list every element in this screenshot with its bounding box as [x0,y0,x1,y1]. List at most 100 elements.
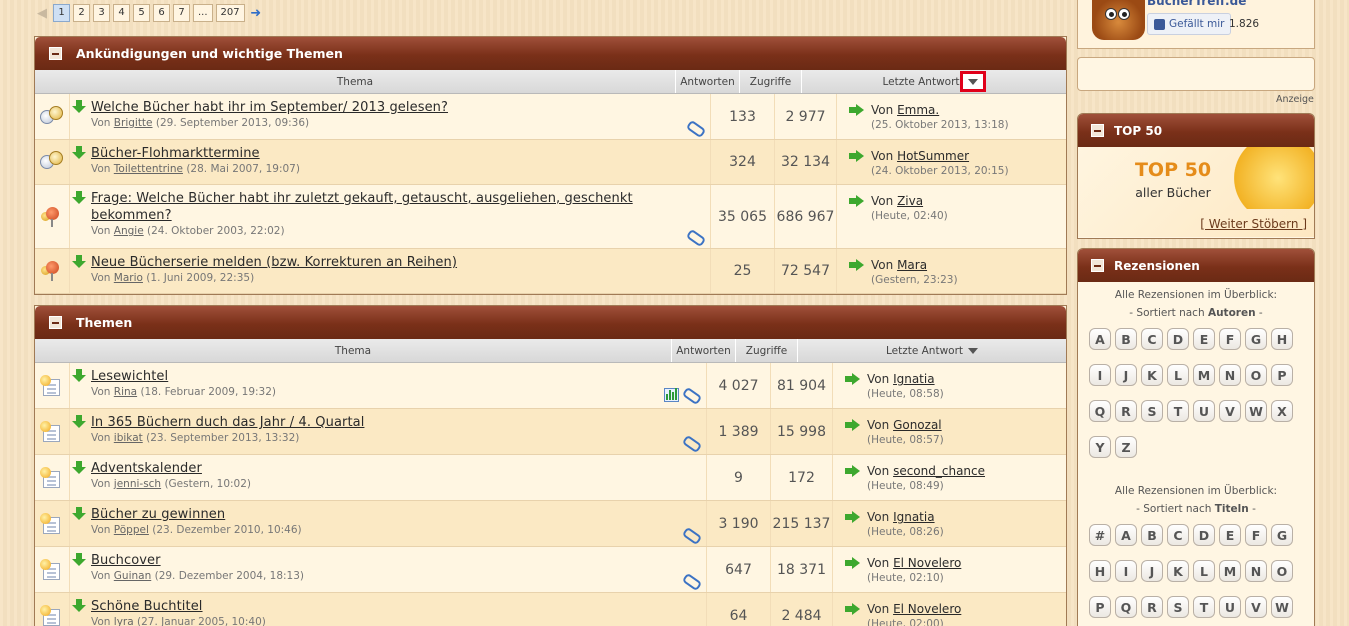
letter-button[interactable]: W [1245,400,1267,422]
page-button[interactable]: 4 [113,4,130,22]
collapse-icon[interactable] [49,316,62,329]
goto-last-post-arrow-icon[interactable] [849,104,864,116]
letter-button[interactable]: J [1115,364,1137,386]
page-button[interactable]: 6 [153,4,170,22]
letter-button[interactable]: H [1089,560,1111,582]
topic-title-link[interactable]: Lesewichtel [91,368,168,385]
letter-button[interactable]: I [1089,364,1111,386]
letter-button[interactable]: L [1193,560,1215,582]
letter-button[interactable]: W [1271,596,1293,618]
ad-box[interactable] [1077,57,1315,91]
letter-button[interactable]: D [1193,524,1215,546]
topic-title-link[interactable]: Neue Bücherserie melden (bzw. Korrekture… [91,254,457,271]
caption-all-reviews[interactable]: Alle Rezensionen [1115,485,1204,497]
letter-button[interactable]: D [1167,328,1189,350]
author-link[interactable]: Mario [114,272,143,284]
goto-new-arrow-icon[interactable] [72,599,86,613]
sort-desc-icon[interactable] [959,71,986,92]
letter-button[interactable]: R [1115,400,1137,422]
letter-button[interactable]: Q [1115,596,1137,618]
goto-last-post-arrow-icon[interactable] [845,511,860,523]
letter-button[interactable]: U [1193,400,1215,422]
caption-all-reviews[interactable]: Alle Rezensionen [1115,289,1204,301]
letter-button[interactable]: F [1219,328,1241,350]
goto-last-post-arrow-icon[interactable] [849,259,864,271]
goto-last-post-arrow-icon[interactable] [845,557,860,569]
letter-button[interactable]: X [1271,400,1293,422]
letter-button[interactable]: S [1141,400,1163,422]
letter-button[interactable]: M [1219,560,1241,582]
topic-title-link[interactable]: Frage: Welche Bücher habt ihr zuletzt ge… [91,190,704,224]
column-views[interactable]: Zugriffe [736,339,798,362]
letter-button[interactable]: G [1245,328,1267,350]
column-topic[interactable]: Thema [35,70,676,93]
letter-button[interactable]: # [1089,524,1111,546]
letter-button[interactable]: E [1219,524,1241,546]
page-button[interactable]: 5 [133,4,150,22]
letter-button[interactable]: H [1271,328,1293,350]
page-button[interactable]: 7 [173,4,190,22]
letter-button[interactable]: Q [1089,400,1111,422]
goto-new-arrow-icon[interactable] [72,553,86,567]
last-reply-user-link[interactable]: second_chance [893,464,985,478]
goto-new-arrow-icon[interactable] [72,461,86,475]
letter-button[interactable]: K [1167,560,1189,582]
goto-new-arrow-icon[interactable] [72,415,86,429]
last-reply-user-link[interactable]: Ignatia [893,510,935,524]
letter-button[interactable]: F [1245,524,1267,546]
collapse-icon[interactable] [49,47,62,60]
letter-button[interactable]: R [1141,596,1163,618]
letter-button[interactable]: U [1219,596,1241,618]
page-button[interactable]: 1 [53,4,70,22]
collapse-icon[interactable] [1091,124,1104,137]
topic-title-link[interactable]: Bücher-Flohmarkttermine [91,145,260,162]
author-link[interactable]: Pöppel [114,524,149,536]
last-reply-user-link[interactable]: Gonozal [893,418,942,432]
topic-title-link[interactable]: Adventskalender [91,460,202,477]
letter-button[interactable]: N [1219,364,1241,386]
last-reply-user-link[interactable]: Ziva [897,194,923,208]
letter-button[interactable]: V [1245,596,1267,618]
letter-button[interactable]: G [1271,524,1293,546]
letter-button[interactable]: C [1141,328,1163,350]
page-button[interactable]: 207 [215,4,245,22]
letter-button[interactable]: A [1089,328,1111,350]
author-link[interactable]: lyra [114,616,134,626]
letter-button[interactable]: M [1193,364,1215,386]
goto-last-post-arrow-icon[interactable] [849,150,864,162]
last-reply-user-link[interactable]: Ignatia [893,372,935,386]
letter-button[interactable]: B [1115,328,1137,350]
letter-button[interactable]: B [1141,524,1163,546]
sort-desc-icon[interactable] [968,347,979,354]
letter-button[interactable]: O [1245,364,1267,386]
column-last-reply[interactable]: Letzte Antwort [802,70,1066,93]
goto-new-arrow-icon[interactable] [72,507,86,521]
top50-more-link[interactable]: [ Weiter Stöbern ] [1200,217,1307,231]
page-button[interactable]: 2 [73,4,90,22]
top50-banner[interactable]: TOP 50 aller Bücher [ Weiter Stöbern ] [1078,147,1314,237]
letter-button[interactable]: T [1167,400,1189,422]
page-button[interactable]: ... [193,4,213,22]
author-link[interactable]: ibikat [114,432,143,444]
letter-button[interactable]: N [1245,560,1267,582]
letter-button[interactable]: Z [1115,436,1137,458]
goto-last-post-arrow-icon[interactable] [845,373,860,385]
letter-button[interactable]: K [1141,364,1163,386]
author-link[interactable]: Angie [114,225,144,237]
letter-button[interactable]: C [1167,524,1189,546]
letter-button[interactable]: S [1167,596,1189,618]
letter-button[interactable]: Y [1089,436,1111,458]
goto-new-arrow-icon[interactable] [72,146,86,160]
goto-new-arrow-icon[interactable] [72,369,86,383]
column-replies[interactable]: Antworten [672,339,736,362]
author-link[interactable]: jenni-sch [114,478,161,490]
column-topic[interactable]: Thema [35,339,672,362]
letter-button[interactable]: A [1115,524,1137,546]
page-button[interactable]: 3 [93,4,110,22]
goto-last-post-arrow-icon[interactable] [845,603,860,615]
facebook-like-button[interactable]: Gefällt mir [1147,13,1232,35]
author-link[interactable]: Rina [114,386,137,398]
goto-new-arrow-icon[interactable] [72,191,86,205]
facebook-page-name[interactable]: BücherTreff.de [1147,0,1246,8]
topic-title-link[interactable]: Buchcover [91,552,161,569]
